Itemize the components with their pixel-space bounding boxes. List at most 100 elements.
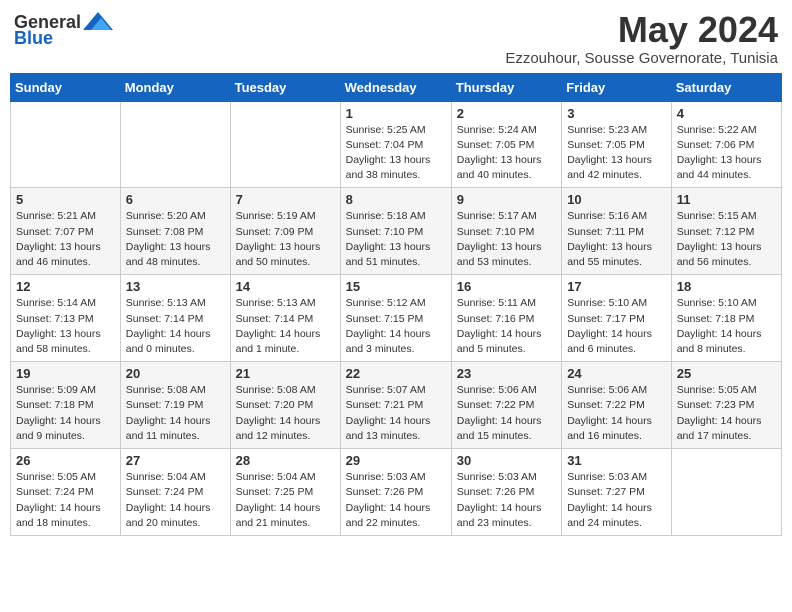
calendar-cell: 6 Sunrise: 5:20 AM Sunset: 7:08 PM Daylig… — [120, 188, 230, 275]
calendar-cell: 14 Sunrise: 5:13 AM Sunset: 7:14 PM Dayli… — [230, 275, 340, 362]
day-number: 15 — [346, 279, 446, 294]
calendar-week-row: 1 Sunrise: 5:25 AM Sunset: 7:04 PM Daylig… — [11, 101, 782, 188]
day-number: 14 — [236, 279, 335, 294]
day-info: Sunrise: 5:12 AM Sunset: 7:15 PM Dayligh… — [346, 296, 446, 357]
calendar-cell: 29Sunrise: 5:03 AM Sunset: 7:26 PM Dayli… — [340, 449, 451, 536]
calendar-cell: 11 Sunrise: 5:15 AM Sunset: 7:12 PM Dayli… — [671, 188, 781, 275]
calendar-cell: 23 Sunrise: 5:06 AM Sunset: 7:22 PM Dayli… — [451, 362, 561, 449]
calendar-cell: 1 Sunrise: 5:25 AM Sunset: 7:04 PM Daylig… — [340, 101, 451, 188]
calendar-cell: 24 Sunrise: 5:06 AM Sunset: 7:22 PM Dayli… — [562, 362, 672, 449]
logo-icon — [83, 10, 113, 34]
weekday-header: Friday — [562, 73, 672, 101]
day-number: 2 — [457, 106, 556, 121]
day-info: Sunrise: 5:13 AM Sunset: 7:14 PM Dayligh… — [236, 296, 335, 357]
weekday-header-row: SundayMondayTuesdayWednesdayThursdayFrid… — [11, 73, 782, 101]
page-header: General Blue May 2024 Ezzouhour, Sousse … — [10, 10, 782, 67]
calendar-cell — [11, 101, 121, 188]
calendar-cell: 18Sunrise: 5:10 AM Sunset: 7:18 PM Dayli… — [671, 275, 781, 362]
day-number: 11 — [677, 192, 776, 207]
calendar-cell — [120, 101, 230, 188]
calendar-week-row: 12 Sunrise: 5:14 AM Sunset: 7:13 PM Dayli… — [11, 275, 782, 362]
weekday-header: Monday — [120, 73, 230, 101]
calendar-cell: 7Sunrise: 5:19 AM Sunset: 7:09 PM Daylig… — [230, 188, 340, 275]
day-number: 18 — [677, 279, 776, 294]
day-info: Sunrise: 5:11 AM Sunset: 7:16 PM Dayligh… — [457, 296, 556, 357]
day-info: Sunrise: 5:05 AM Sunset: 7:23 PM Dayligh… — [677, 383, 776, 444]
calendar-cell — [230, 101, 340, 188]
calendar-cell: 25 Sunrise: 5:05 AM Sunset: 7:23 PM Dayli… — [671, 362, 781, 449]
day-info: Sunrise: 5:13 AM Sunset: 7:14 PM Dayligh… — [126, 296, 225, 357]
calendar-cell: 30Sunrise: 5:03 AM Sunset: 7:26 PM Dayli… — [451, 449, 561, 536]
day-info: Sunrise: 5:14 AM Sunset: 7:13 PM Dayligh… — [16, 296, 115, 357]
calendar-cell: 4 Sunrise: 5:22 AM Sunset: 7:06 PM Daylig… — [671, 101, 781, 188]
day-number: 31 — [567, 453, 666, 468]
weekday-header: Sunday — [11, 73, 121, 101]
day-number: 20 — [126, 366, 225, 381]
day-number: 24 — [567, 366, 666, 381]
day-info: Sunrise: 5:04 AM Sunset: 7:24 PM Dayligh… — [126, 470, 225, 531]
weekday-header: Saturday — [671, 73, 781, 101]
day-info: Sunrise: 5:25 AM Sunset: 7:04 PM Dayligh… — [346, 123, 446, 184]
calendar-cell: 21Sunrise: 5:08 AM Sunset: 7:20 PM Dayli… — [230, 362, 340, 449]
calendar-cell: 3 Sunrise: 5:23 AM Sunset: 7:05 PM Daylig… — [562, 101, 672, 188]
weekday-header: Thursday — [451, 73, 561, 101]
day-number: 13 — [126, 279, 225, 294]
day-info: Sunrise: 5:08 AM Sunset: 7:19 PM Dayligh… — [126, 383, 225, 444]
day-number: 5 — [16, 192, 115, 207]
day-number: 4 — [677, 106, 776, 121]
month-year: May 2024 — [505, 10, 778, 50]
day-number: 9 — [457, 192, 556, 207]
day-info: Sunrise: 5:03 AM Sunset: 7:26 PM Dayligh… — [457, 470, 556, 531]
day-info: Sunrise: 5:20 AM Sunset: 7:08 PM Dayligh… — [126, 209, 225, 270]
day-info: Sunrise: 5:05 AM Sunset: 7:24 PM Dayligh… — [16, 470, 115, 531]
day-info: Sunrise: 5:04 AM Sunset: 7:25 PM Dayligh… — [236, 470, 335, 531]
day-number: 10 — [567, 192, 666, 207]
calendar-cell: 22Sunrise: 5:07 AM Sunset: 7:21 PM Dayli… — [340, 362, 451, 449]
day-info: Sunrise: 5:06 AM Sunset: 7:22 PM Dayligh… — [567, 383, 666, 444]
day-number: 19 — [16, 366, 115, 381]
calendar-cell: 5Sunrise: 5:21 AM Sunset: 7:07 PM Daylig… — [11, 188, 121, 275]
day-number: 17 — [567, 279, 666, 294]
calendar-week-row: 26 Sunrise: 5:05 AM Sunset: 7:24 PM Dayli… — [11, 449, 782, 536]
calendar-week-row: 5Sunrise: 5:21 AM Sunset: 7:07 PM Daylig… — [11, 188, 782, 275]
day-number: 29 — [346, 453, 446, 468]
day-number: 12 — [16, 279, 115, 294]
day-number: 6 — [126, 192, 225, 207]
day-info: Sunrise: 5:17 AM Sunset: 7:10 PM Dayligh… — [457, 209, 556, 270]
calendar-cell: 19Sunrise: 5:09 AM Sunset: 7:18 PM Dayli… — [11, 362, 121, 449]
day-number: 25 — [677, 366, 776, 381]
day-info: Sunrise: 5:22 AM Sunset: 7:06 PM Dayligh… — [677, 123, 776, 184]
calendar-cell: 20 Sunrise: 5:08 AM Sunset: 7:19 PM Dayli… — [120, 362, 230, 449]
day-info: Sunrise: 5:24 AM Sunset: 7:05 PM Dayligh… — [457, 123, 556, 184]
calendar-cell: 15 Sunrise: 5:12 AM Sunset: 7:15 PM Dayli… — [340, 275, 451, 362]
calendar-table: SundayMondayTuesdayWednesdayThursdayFrid… — [10, 73, 782, 536]
day-info: Sunrise: 5:06 AM Sunset: 7:22 PM Dayligh… — [457, 383, 556, 444]
calendar-cell: 9 Sunrise: 5:17 AM Sunset: 7:10 PM Daylig… — [451, 188, 561, 275]
calendar-cell: 28 Sunrise: 5:04 AM Sunset: 7:25 PM Dayli… — [230, 449, 340, 536]
calendar-cell: 31 Sunrise: 5:03 AM Sunset: 7:27 PM Dayli… — [562, 449, 672, 536]
day-info: Sunrise: 5:18 AM Sunset: 7:10 PM Dayligh… — [346, 209, 446, 270]
day-info: Sunrise: 5:23 AM Sunset: 7:05 PM Dayligh… — [567, 123, 666, 184]
calendar-cell: 10Sunrise: 5:16 AM Sunset: 7:11 PM Dayli… — [562, 188, 672, 275]
logo: General Blue — [14, 10, 113, 49]
day-info: Sunrise: 5:03 AM Sunset: 7:27 PM Dayligh… — [567, 470, 666, 531]
weekday-header: Tuesday — [230, 73, 340, 101]
day-number: 3 — [567, 106, 666, 121]
day-number: 16 — [457, 279, 556, 294]
day-number: 1 — [346, 106, 446, 121]
calendar-cell: 27 Sunrise: 5:04 AM Sunset: 7:24 PM Dayli… — [120, 449, 230, 536]
day-number: 7 — [236, 192, 335, 207]
day-number: 8 — [346, 192, 446, 207]
calendar-cell: 13 Sunrise: 5:13 AM Sunset: 7:14 PM Dayli… — [120, 275, 230, 362]
day-number: 21 — [236, 366, 335, 381]
calendar-cell — [671, 449, 781, 536]
day-number: 26 — [16, 453, 115, 468]
day-number: 28 — [236, 453, 335, 468]
calendar-cell: 8 Sunrise: 5:18 AM Sunset: 7:10 PM Daylig… — [340, 188, 451, 275]
day-number: 23 — [457, 366, 556, 381]
calendar-cell: 12 Sunrise: 5:14 AM Sunset: 7:13 PM Dayli… — [11, 275, 121, 362]
day-info: Sunrise: 5:10 AM Sunset: 7:17 PM Dayligh… — [567, 296, 666, 357]
calendar-week-row: 19Sunrise: 5:09 AM Sunset: 7:18 PM Dayli… — [11, 362, 782, 449]
day-info: Sunrise: 5:15 AM Sunset: 7:12 PM Dayligh… — [677, 209, 776, 270]
day-number: 27 — [126, 453, 225, 468]
